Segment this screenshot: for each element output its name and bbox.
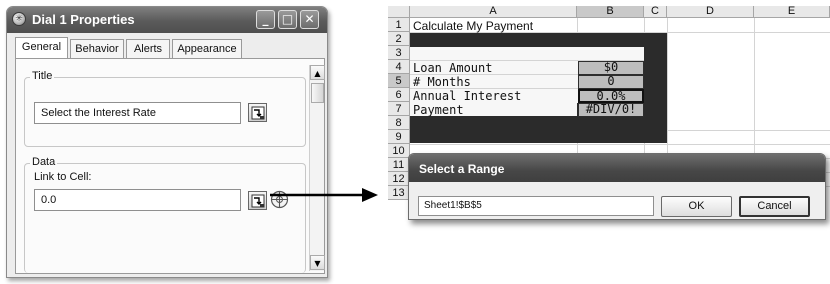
minimize-button[interactable]: _: [256, 10, 275, 29]
cell-a1[interactable]: Calculate My Payment: [413, 19, 533, 33]
cell-b6[interactable]: #DIV/0!: [578, 103, 644, 117]
row-header-5[interactable]: 5: [388, 74, 410, 88]
column-header-c[interactable]: C: [644, 6, 667, 18]
title-cell-ref-button[interactable]: [248, 103, 267, 122]
dialog-title: Dial 1 Properties: [32, 12, 135, 27]
tab-behavior[interactable]: Behavior: [70, 39, 124, 59]
row-header-4[interactable]: 4: [388, 60, 410, 74]
cell-b3[interactable]: $0: [578, 61, 644, 75]
tab-appearance[interactable]: Appearance: [172, 39, 242, 59]
properties-dialog: ✳ Dial 1 Properties _ □ ✕ General Behavi…: [6, 6, 328, 278]
range-dialog-title: Select a Range: [419, 162, 505, 176]
general-panel: Title Select the Interest Rate Data Link…: [15, 58, 325, 274]
cell-b4[interactable]: 0: [578, 75, 644, 89]
panel-scrollbar[interactable]: ▲ ▼: [309, 65, 325, 271]
row-header-2[interactable]: 2: [388, 32, 410, 46]
row-header-1[interactable]: 1: [388, 18, 410, 32]
cell-a3[interactable]: Loan Amount: [413, 61, 492, 75]
cell-a4[interactable]: # Months: [413, 75, 471, 89]
close-button[interactable]: ✕: [300, 10, 319, 29]
data-group-label: Data: [30, 156, 58, 168]
cell-a6[interactable]: Payment: [413, 103, 464, 117]
row-header-13[interactable]: 13: [388, 186, 410, 200]
scroll-down-icon[interactable]: ▼: [310, 255, 325, 270]
cell-ref-icon: [251, 106, 265, 120]
tab-general[interactable]: General: [15, 37, 68, 60]
row-header-7[interactable]: 7: [388, 102, 410, 116]
dialog-title-bar[interactable]: ✳ Dial 1 Properties _ □ ✕: [7, 7, 327, 33]
column-header-b[interactable]: B: [577, 6, 644, 18]
column-header-d[interactable]: D: [667, 6, 754, 18]
title-input[interactable]: Select the Interest Rate: [34, 102, 241, 124]
cell-a5[interactable]: Annual Interest: [413, 89, 521, 103]
row-header-3[interactable]: 3: [388, 46, 410, 60]
maximize-button[interactable]: □: [278, 10, 297, 29]
select-all-corner[interactable]: [388, 6, 410, 18]
cell-ref-icon: [251, 194, 265, 208]
ok-button[interactable]: OK: [661, 196, 732, 217]
row-header-12[interactable]: 12: [388, 172, 410, 186]
link-cell-input[interactable]: 0.0: [34, 189, 241, 211]
row-header-11[interactable]: 11: [388, 158, 410, 172]
tab-alerts[interactable]: Alerts: [126, 39, 170, 59]
select-range-dialog: Select a Range Sheet1!$B$5 OK Cancel: [408, 153, 826, 220]
cancel-button[interactable]: Cancel: [739, 196, 810, 217]
row-header-6[interactable]: 6: [388, 88, 410, 102]
pointer-arrow-icon: [270, 188, 378, 202]
row-header-8[interactable]: 8: [388, 116, 410, 130]
range-dialog-title-bar[interactable]: Select a Range: [409, 154, 825, 182]
link-to-cell-label: Link to Cell:: [34, 171, 92, 183]
row-header-9[interactable]: 9: [388, 130, 410, 144]
column-header-a[interactable]: A: [410, 6, 577, 18]
grid-line: [410, 144, 830, 145]
scroll-up-icon[interactable]: ▲: [310, 65, 325, 80]
column-header-e[interactable]: E: [754, 6, 830, 18]
range-input[interactable]: Sheet1!$B$5: [418, 196, 654, 216]
link-cell-ref-button[interactable]: [248, 191, 267, 210]
title-group-label: Title: [30, 70, 55, 82]
scroll-thumb[interactable]: [311, 83, 324, 103]
app-icon: ✳: [12, 12, 26, 26]
row-header-10[interactable]: 10: [388, 144, 410, 158]
cell-b5[interactable]: 0.0%: [578, 89, 644, 103]
